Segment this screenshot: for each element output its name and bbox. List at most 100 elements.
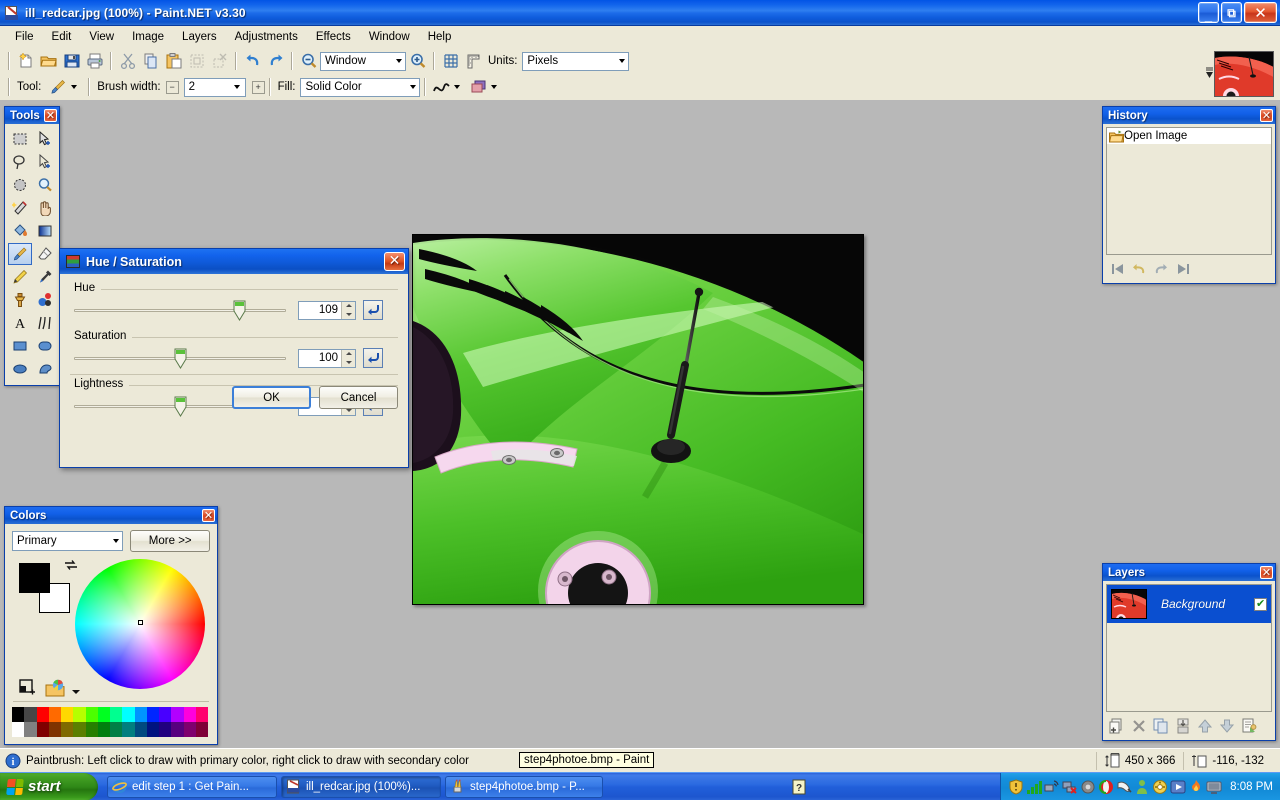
palette-swatch[interactable] bbox=[97, 722, 110, 737]
thumbnail-collapse-handle[interactable] bbox=[1204, 51, 1214, 97]
spinner-up-icon[interactable] bbox=[345, 304, 352, 308]
merge-layer-down-icon[interactable] bbox=[1173, 717, 1193, 735]
show-hidden-icons-icon[interactable]: ? bbox=[790, 776, 808, 798]
hue-input[interactable]: 109 bbox=[298, 300, 356, 320]
duplicate-layer-icon[interactable] bbox=[1151, 717, 1171, 735]
new-icon[interactable] bbox=[14, 50, 37, 72]
history-forward-icon[interactable] bbox=[1173, 260, 1193, 278]
menu-help[interactable]: Help bbox=[419, 28, 461, 46]
add-to-palette-icon[interactable] bbox=[19, 679, 39, 697]
print-icon[interactable] bbox=[83, 50, 106, 72]
palette-swatch[interactable] bbox=[122, 707, 135, 722]
history-undo-icon[interactable] bbox=[1129, 260, 1149, 278]
units-combo[interactable]: Pixels bbox=[522, 51, 630, 71]
move-layer-up-icon[interactable] bbox=[1195, 717, 1215, 735]
cancel-button[interactable]: Cancel bbox=[319, 386, 398, 409]
close-icon[interactable]: ✕ bbox=[1260, 566, 1273, 579]
signal-bars-icon[interactable] bbox=[1026, 779, 1043, 795]
open-icon[interactable] bbox=[37, 50, 60, 72]
tool-rectangle[interactable] bbox=[8, 335, 32, 357]
network-disconnected-icon[interactable] bbox=[1062, 779, 1078, 795]
history-rewind-icon[interactable] bbox=[1107, 260, 1127, 278]
history-list[interactable]: Open Image bbox=[1106, 127, 1272, 255]
tool-lasso-select[interactable] bbox=[8, 151, 32, 173]
palette-swatch[interactable] bbox=[134, 707, 147, 722]
tool-clone-stamp[interactable] bbox=[8, 289, 32, 311]
flame-icon[interactable] bbox=[1188, 779, 1204, 795]
brush-width-increase-button[interactable]: + bbox=[251, 80, 265, 94]
close-icon[interactable]: ✕ bbox=[202, 509, 215, 522]
open-palette-icon[interactable] bbox=[45, 679, 67, 699]
undo-icon[interactable] bbox=[241, 50, 264, 72]
palette-swatch[interactable] bbox=[183, 722, 196, 737]
fill-combo[interactable]: Solid Color bbox=[300, 77, 421, 97]
menu-image[interactable]: Image bbox=[123, 28, 173, 46]
antialiasing-icon[interactable] bbox=[430, 76, 453, 98]
delete-layer-icon[interactable] bbox=[1129, 717, 1149, 735]
tool-pan[interactable] bbox=[33, 197, 57, 219]
grid-icon[interactable] bbox=[439, 50, 462, 72]
palette-swatch[interactable] bbox=[61, 722, 74, 737]
ruler-icon[interactable] bbox=[462, 50, 485, 72]
crop-icon[interactable] bbox=[185, 50, 208, 72]
color-wheel-cursor[interactable] bbox=[138, 620, 143, 625]
saturation-slider[interactable] bbox=[74, 345, 286, 371]
palette-swatch[interactable] bbox=[110, 722, 123, 737]
opera-icon[interactable] bbox=[1098, 779, 1114, 795]
palette-swatch[interactable] bbox=[97, 707, 110, 722]
image-canvas[interactable] bbox=[412, 234, 864, 605]
palette-swatch[interactable] bbox=[183, 707, 196, 722]
close-button[interactable]: ✕ bbox=[1244, 2, 1277, 23]
brush-width-input[interactable]: 2 bbox=[183, 77, 246, 97]
color-mode-combo[interactable]: Primary bbox=[12, 531, 124, 551]
tool-freeform-shape[interactable] bbox=[33, 358, 57, 380]
palette-swatch[interactable] bbox=[110, 707, 123, 722]
saturation-input[interactable]: 100 bbox=[298, 348, 356, 368]
menu-layers[interactable]: Layers bbox=[173, 28, 226, 46]
media-icon[interactable] bbox=[1170, 779, 1186, 795]
menu-window[interactable]: Window bbox=[360, 28, 419, 46]
network-wireless-icon[interactable] bbox=[1044, 779, 1060, 795]
palette-swatch[interactable] bbox=[12, 707, 25, 722]
ok-button[interactable]: OK bbox=[232, 386, 311, 409]
mouse-icon[interactable] bbox=[1116, 779, 1132, 795]
layers-list[interactable]: Background bbox=[1106, 584, 1272, 712]
close-icon[interactable]: ✕ bbox=[44, 109, 57, 122]
phone-icon[interactable] bbox=[1152, 779, 1168, 795]
palette-swatch[interactable] bbox=[12, 722, 25, 737]
swap-colors-icon[interactable] bbox=[64, 559, 78, 571]
add-layer-icon[interactable] bbox=[1107, 717, 1127, 735]
tool-ellipse[interactable] bbox=[8, 358, 32, 380]
palette-swatch[interactable] bbox=[61, 707, 74, 722]
move-layer-down-icon[interactable] bbox=[1217, 717, 1237, 735]
palette-swatch[interactable] bbox=[159, 707, 172, 722]
tool-rectangle-select[interactable] bbox=[8, 128, 32, 150]
display-icon[interactable] bbox=[1206, 779, 1222, 795]
chevron-down-icon[interactable] bbox=[233, 85, 240, 89]
palette-swatch[interactable] bbox=[48, 707, 61, 722]
close-icon[interactable]: ✕ bbox=[1260, 109, 1273, 122]
tool-rounded-rectangle[interactable] bbox=[33, 335, 57, 357]
clock[interactable]: 8:08 PM bbox=[1230, 781, 1273, 793]
taskbar-item-mspaint[interactable]: step4photoe.bmp - P... bbox=[445, 775, 603, 798]
spinner-up-icon[interactable] bbox=[345, 352, 352, 356]
hue-slider[interactable] bbox=[74, 297, 286, 323]
palette-swatch[interactable] bbox=[134, 722, 147, 737]
palette-swatch[interactable] bbox=[195, 722, 208, 737]
palette-swatch[interactable] bbox=[48, 722, 61, 737]
tool-paintbrush[interactable] bbox=[8, 243, 32, 265]
tool-gradient[interactable] bbox=[33, 220, 57, 242]
list-item[interactable]: Background bbox=[1107, 585, 1271, 623]
palette-swatch[interactable] bbox=[159, 722, 172, 737]
deselect-icon[interactable] bbox=[208, 50, 231, 72]
palette-swatch[interactable] bbox=[73, 707, 86, 722]
minimize-button[interactable]: _ bbox=[1198, 2, 1219, 23]
brush-width-decrease-button[interactable]: − bbox=[165, 80, 179, 94]
palette-swatches[interactable] bbox=[12, 707, 208, 737]
palette-swatch[interactable] bbox=[146, 707, 159, 722]
tool-move-selected[interactable] bbox=[33, 128, 57, 150]
user-icon[interactable] bbox=[1134, 779, 1150, 795]
saturation-spinner[interactable] bbox=[341, 349, 355, 367]
spinner-down-icon[interactable] bbox=[345, 408, 352, 412]
spinner-down-icon[interactable] bbox=[345, 312, 352, 316]
